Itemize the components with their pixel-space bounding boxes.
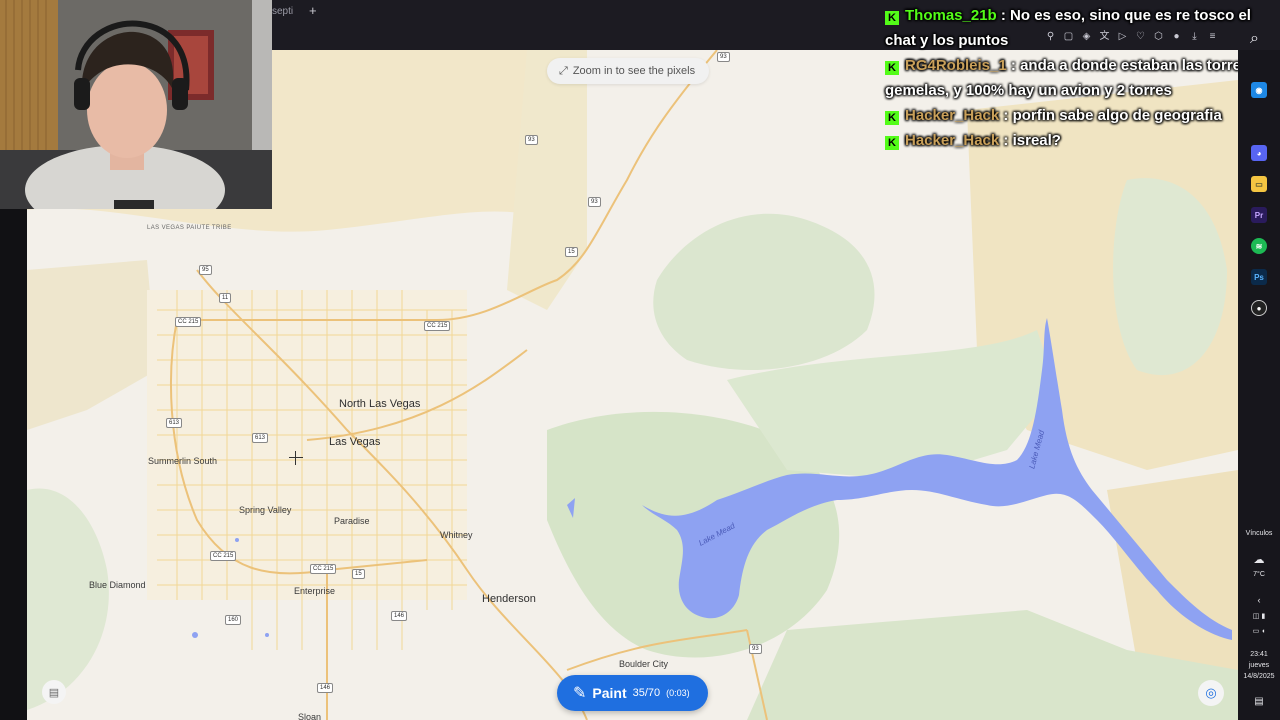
webcam-image xyxy=(0,0,272,209)
chrome-icon[interactable]: ◉ xyxy=(1251,82,1267,98)
route-shield: CC 215 xyxy=(310,564,337,574)
links-label[interactable]: Vínculos xyxy=(1238,529,1280,538)
place-enterprise: Enterprise xyxy=(294,586,336,596)
temperature: 7°C xyxy=(1253,571,1265,578)
left-panel xyxy=(0,209,27,720)
place-spring-valley: Spring Valley xyxy=(239,505,292,515)
obs-icon[interactable]: ● xyxy=(1251,300,1267,316)
location-icon: ◎ xyxy=(1205,685,1217,700)
chat-username: Hacker_Hack xyxy=(905,107,1000,124)
cursor-crosshair xyxy=(289,451,303,465)
place-henderson: Henderson xyxy=(482,593,536,605)
chat-overlay: K Thomas_21b : No es eso, sino que es re … xyxy=(885,3,1280,153)
route-shield: 11 xyxy=(219,293,232,303)
route-shield: CC 215 xyxy=(210,551,237,561)
chat-message: K Thomas_21b : No es eso, sino que es re … xyxy=(885,7,1251,49)
route-shield: 93 xyxy=(588,197,601,207)
route-shield: 95 xyxy=(199,265,212,275)
kick-badge-icon: K xyxy=(885,111,899,125)
kick-badge-icon: K xyxy=(885,136,899,150)
chat-username: RG4Robleis_1 xyxy=(905,57,1007,74)
file-explorer-icon[interactable]: ▭ xyxy=(1251,176,1267,192)
route-shield: 146 xyxy=(391,611,408,621)
route-shield: 15 xyxy=(352,569,365,579)
kick-badge-icon: K xyxy=(885,11,899,25)
zoom-icon: ⤢ xyxy=(559,64,568,77)
brush-icon: ✎ xyxy=(573,685,587,702)
place-whitney: Whitney xyxy=(440,530,473,540)
chat-message: K Hacker_Hack : isreal? xyxy=(885,128,1280,153)
webcam-feed xyxy=(0,0,272,209)
route-shield: 146 xyxy=(317,683,334,693)
map-menu-button[interactable]: ▤ xyxy=(42,680,66,704)
paint-count: 35/70 xyxy=(632,687,661,699)
chat-text: isreal? xyxy=(1012,132,1061,149)
route-shield: CC 215 xyxy=(424,321,451,331)
clock-time[interactable]: 23:41 xyxy=(1238,650,1280,659)
notification-icon[interactable]: ▤ xyxy=(1238,697,1280,707)
spotify-icon[interactable]: ≋ xyxy=(1251,238,1267,254)
clock-date: 14/8/2025 xyxy=(1243,673,1275,680)
chat-username: Hacker_Hack xyxy=(905,132,1000,149)
chat-message: K RG4Robleis_1 : anda a donde estaban las… xyxy=(885,57,1250,99)
chat-text: porfin sabe algo de geografia xyxy=(1012,107,1222,124)
route-shield: 613 xyxy=(166,418,183,428)
new-tab-button[interactable]: + xyxy=(309,3,317,18)
tab-title[interactable]: septi xyxy=(272,6,293,17)
place-boulder-city: Boulder City xyxy=(619,659,669,669)
place-reservation: LAS VEGAS PAIUTE TRIBE xyxy=(147,225,232,231)
place-blue-diamond: Blue Diamond xyxy=(89,580,146,590)
clock-day: jueves xyxy=(1248,662,1270,669)
route-shield: 93 xyxy=(749,644,762,654)
route-shield: 15 xyxy=(565,247,578,257)
place-sloan: Sloan xyxy=(298,712,322,720)
chevron-left-icon[interactable]: ‹ xyxy=(1238,596,1280,605)
screen: septi + ⚲ ▢ ◈ 文 ▷ ♡ ⬡ ● ⤓ ≡ ⌕ LAS VEGAS … xyxy=(0,0,1280,720)
route-shield: 93 xyxy=(525,135,538,145)
chat-username: Thomas_21b xyxy=(905,7,997,24)
weather-icon[interactable]: ☁ xyxy=(1238,555,1280,566)
paint-label: Paint xyxy=(592,685,627,701)
zoom-hint: ⤢ Zoom in to see the pixels xyxy=(547,58,710,84)
zoom-hint-text: Zoom in to see the pixels xyxy=(572,65,696,77)
route-shield: 93 xyxy=(717,52,730,62)
route-shield: CC 215 xyxy=(175,317,202,327)
grid-icon: ▤ xyxy=(48,686,60,699)
place-summerlin-south: Summerlin South xyxy=(148,456,218,466)
place-north-las-vegas: North Las Vegas xyxy=(339,398,421,410)
route-shield: 160 xyxy=(225,615,242,625)
premiere-icon[interactable]: Pr xyxy=(1251,207,1267,223)
chat-message: K Hacker_Hack : porfin sabe algo de geogr… xyxy=(885,103,1280,128)
place-paradise: Paradise xyxy=(334,516,370,526)
kick-badge-icon: K xyxy=(885,61,899,75)
paint-button[interactable]: ✎ Paint 35/70 (0:03) xyxy=(557,675,708,711)
discord-icon[interactable]: ◕ xyxy=(1251,145,1267,161)
place-las-vegas: Las Vegas xyxy=(329,436,381,448)
network-volume-icons[interactable]: ▭ ◖ xyxy=(1238,627,1280,636)
photoshop-icon[interactable]: Ps xyxy=(1251,269,1267,285)
paint-timer: (0:03) xyxy=(666,688,690,698)
tray-icons[interactable]: ◫ ▮ xyxy=(1238,612,1280,621)
route-shield: 613 xyxy=(252,433,269,443)
locate-button[interactable]: ◎ xyxy=(1198,680,1224,706)
